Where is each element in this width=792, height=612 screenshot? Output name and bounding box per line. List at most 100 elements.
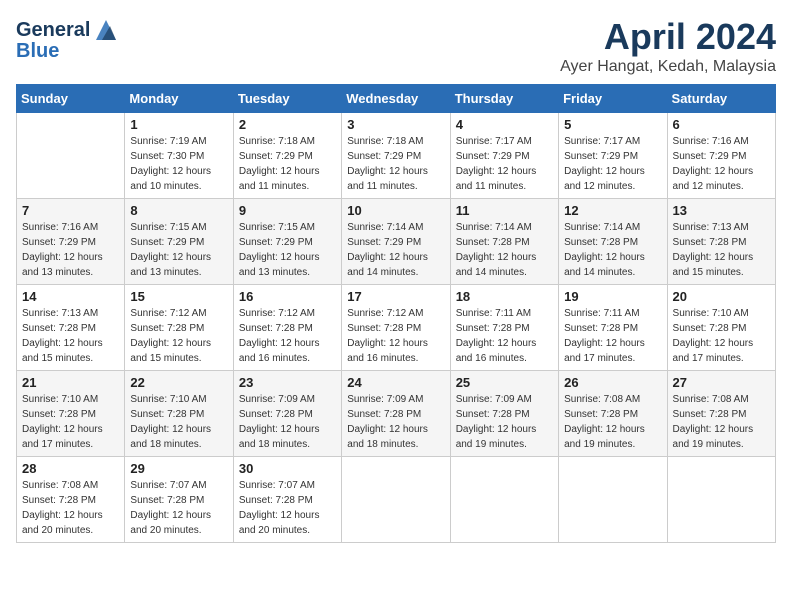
day-number: 28 [22, 461, 119, 476]
day-info: Sunrise: 7:12 AMSunset: 7:28 PMDaylight:… [130, 306, 227, 366]
calendar-cell: 6Sunrise: 7:16 AMSunset: 7:29 PMDaylight… [667, 113, 775, 199]
day-number: 25 [456, 375, 553, 390]
calendar-cell: 12 Sunrise: 7:14 AMSunset: 7:28 PMDayligh… [559, 199, 667, 285]
day-number: 7 [22, 203, 119, 218]
calendar-cell: 14 Sunrise: 7:13 AMSunset: 7:28 PMDayligh… [17, 285, 125, 371]
day-info: Sunrise: 7:16 AMSunset: 7:29 PMDaylight:… [22, 220, 119, 280]
header-sunday: Sunday [17, 85, 125, 113]
day-info: Sunrise: 7:13 AMSunset: 7:28 PMDaylight:… [22, 306, 119, 366]
calendar-cell: 27 Sunrise: 7:08 AMSunset: 7:28 PMDayligh… [667, 371, 775, 457]
day-number: 10 [347, 203, 444, 218]
day-number: 20 [673, 289, 770, 304]
header-friday: Friday [559, 85, 667, 113]
day-number: 26 [564, 375, 661, 390]
day-number: 29 [130, 461, 227, 476]
day-info: Sunrise: 7:11 AMSunset: 7:28 PMDaylight:… [564, 306, 661, 366]
calendar-cell: 15 Sunrise: 7:12 AMSunset: 7:28 PMDayligh… [125, 285, 233, 371]
calendar-cell: 2Sunrise: 7:18 AMSunset: 7:29 PMDaylight… [233, 113, 341, 199]
calendar-week-1: 1 Sunrise: 7:19 AMSunset: 7:30 PMDaylight… [17, 113, 776, 199]
day-info: Sunrise: 7:10 AMSunset: 7:28 PMDaylight:… [22, 392, 119, 452]
calendar-cell: 18 Sunrise: 7:11 AMSunset: 7:28 PMDayligh… [450, 285, 558, 371]
day-info: Sunrise: 7:10 AMSunset: 7:28 PMDaylight:… [673, 306, 770, 366]
day-info: Sunrise: 7:12 AMSunset: 7:28 PMDaylight:… [347, 306, 444, 366]
calendar-cell: 24 Sunrise: 7:09 AMSunset: 7:28 PMDayligh… [342, 371, 450, 457]
calendar-cell [17, 113, 125, 199]
day-info: Sunrise: 7:14 AMSunset: 7:28 PMDaylight:… [564, 220, 661, 280]
header-tuesday: Tuesday [233, 85, 341, 113]
day-info: Sunrise: 7:09 AMSunset: 7:28 PMDaylight:… [347, 392, 444, 452]
day-info: Sunrise: 7:08 AMSunset: 7:28 PMDaylight:… [673, 392, 770, 452]
logo-icon [92, 16, 120, 44]
day-number: 18 [456, 289, 553, 304]
calendar-week-4: 21 Sunrise: 7:10 AMSunset: 7:28 PMDayligh… [17, 371, 776, 457]
day-info: Sunrise: 7:18 AMSunset: 7:29 PMDaylight:… [347, 134, 444, 194]
calendar-cell: 26 Sunrise: 7:08 AMSunset: 7:28 PMDayligh… [559, 371, 667, 457]
day-info: Sunrise: 7:12 AMSunset: 7:28 PMDaylight:… [239, 306, 336, 366]
day-info: Sunrise: 7:10 AMSunset: 7:28 PMDaylight:… [130, 392, 227, 452]
day-info: Sunrise: 7:14 AMSunset: 7:28 PMDaylight:… [456, 220, 553, 280]
calendar-cell: 30 Sunrise: 7:07 AMSunset: 7:28 PMDayligh… [233, 457, 341, 543]
day-number: 15 [130, 289, 227, 304]
calendar-cell: 22 Sunrise: 7:10 AMSunset: 7:28 PMDayligh… [125, 371, 233, 457]
calendar-week-3: 14 Sunrise: 7:13 AMSunset: 7:28 PMDayligh… [17, 285, 776, 371]
calendar-cell: 7 Sunrise: 7:16 AMSunset: 7:29 PMDaylight… [17, 199, 125, 285]
calendar-cell: 25 Sunrise: 7:09 AMSunset: 7:28 PMDayligh… [450, 371, 558, 457]
day-info: Sunrise: 7:11 AMSunset: 7:28 PMDaylight:… [456, 306, 553, 366]
day-number: 8 [130, 203, 227, 218]
calendar-cell: 4 Sunrise: 7:17 AMSunset: 7:29 PMDaylight… [450, 113, 558, 199]
month-title: April 2024 [560, 16, 776, 58]
day-info: Sunrise: 7:08 AMSunset: 7:28 PMDaylight:… [22, 478, 119, 538]
calendar-cell: 17Sunrise: 7:12 AMSunset: 7:28 PMDayligh… [342, 285, 450, 371]
day-number: 30 [239, 461, 336, 476]
header-wednesday: Wednesday [342, 85, 450, 113]
calendar-cell: 29 Sunrise: 7:07 AMSunset: 7:28 PMDayligh… [125, 457, 233, 543]
logo-blue-text: Blue [16, 40, 59, 63]
day-info: Sunrise: 7:17 AMSunset: 7:29 PMDaylight:… [456, 134, 553, 194]
day-number: 22 [130, 375, 227, 390]
calendar-cell [342, 457, 450, 543]
day-number: 11 [456, 203, 553, 218]
calendar-cell: 11 Sunrise: 7:14 AMSunset: 7:28 PMDayligh… [450, 199, 558, 285]
day-info: Sunrise: 7:07 AMSunset: 7:28 PMDaylight:… [239, 478, 336, 538]
day-number: 23 [239, 375, 336, 390]
calendar-header-row: Sunday Monday Tuesday Wednesday Thursday… [17, 85, 776, 113]
calendar-cell: 16 Sunrise: 7:12 AMSunset: 7:28 PMDayligh… [233, 285, 341, 371]
calendar-cell: 23 Sunrise: 7:09 AMSunset: 7:28 PMDayligh… [233, 371, 341, 457]
day-number: 1 [130, 117, 227, 132]
day-info: Sunrise: 7:17 AMSunset: 7:29 PMDaylight:… [564, 134, 661, 194]
day-number: 6 [673, 117, 770, 132]
day-number: 4 [456, 117, 553, 132]
day-info: Sunrise: 7:09 AMSunset: 7:28 PMDaylight:… [456, 392, 553, 452]
day-info: Sunrise: 7:15 AMSunset: 7:29 PMDaylight:… [239, 220, 336, 280]
day-number: 5 [564, 117, 661, 132]
day-number: 9 [239, 203, 336, 218]
calendar-cell: 9 Sunrise: 7:15 AMSunset: 7:29 PMDaylight… [233, 199, 341, 285]
day-info: Sunrise: 7:14 AMSunset: 7:29 PMDaylight:… [347, 220, 444, 280]
calendar-cell [667, 457, 775, 543]
header-saturday: Saturday [667, 85, 775, 113]
day-number: 16 [239, 289, 336, 304]
day-info: Sunrise: 7:13 AMSunset: 7:28 PMDaylight:… [673, 220, 770, 280]
day-number: 3 [347, 117, 444, 132]
calendar-cell: 28 Sunrise: 7:08 AMSunset: 7:28 PMDayligh… [17, 457, 125, 543]
day-number: 14 [22, 289, 119, 304]
day-info: Sunrise: 7:19 AMSunset: 7:30 PMDaylight:… [130, 134, 227, 194]
day-info: Sunrise: 7:07 AMSunset: 7:28 PMDaylight:… [130, 478, 227, 538]
day-number: 13 [673, 203, 770, 218]
calendar-week-5: 28 Sunrise: 7:08 AMSunset: 7:28 PMDayligh… [17, 457, 776, 543]
day-number: 12 [564, 203, 661, 218]
day-info: Sunrise: 7:09 AMSunset: 7:28 PMDaylight:… [239, 392, 336, 452]
calendar-week-2: 7 Sunrise: 7:16 AMSunset: 7:29 PMDaylight… [17, 199, 776, 285]
day-number: 21 [22, 375, 119, 390]
day-number: 27 [673, 375, 770, 390]
calendar-cell: 21 Sunrise: 7:10 AMSunset: 7:28 PMDayligh… [17, 371, 125, 457]
day-number: 2 [239, 117, 336, 132]
day-info: Sunrise: 7:08 AMSunset: 7:28 PMDaylight:… [564, 392, 661, 452]
calendar-cell: 20 Sunrise: 7:10 AMSunset: 7:28 PMDayligh… [667, 285, 775, 371]
header-monday: Monday [125, 85, 233, 113]
calendar-cell: 3 Sunrise: 7:18 AMSunset: 7:29 PMDaylight… [342, 113, 450, 199]
calendar-cell [450, 457, 558, 543]
calendar-cell: 1 Sunrise: 7:19 AMSunset: 7:30 PMDaylight… [125, 113, 233, 199]
day-number: 24 [347, 375, 444, 390]
calendar-cell [559, 457, 667, 543]
